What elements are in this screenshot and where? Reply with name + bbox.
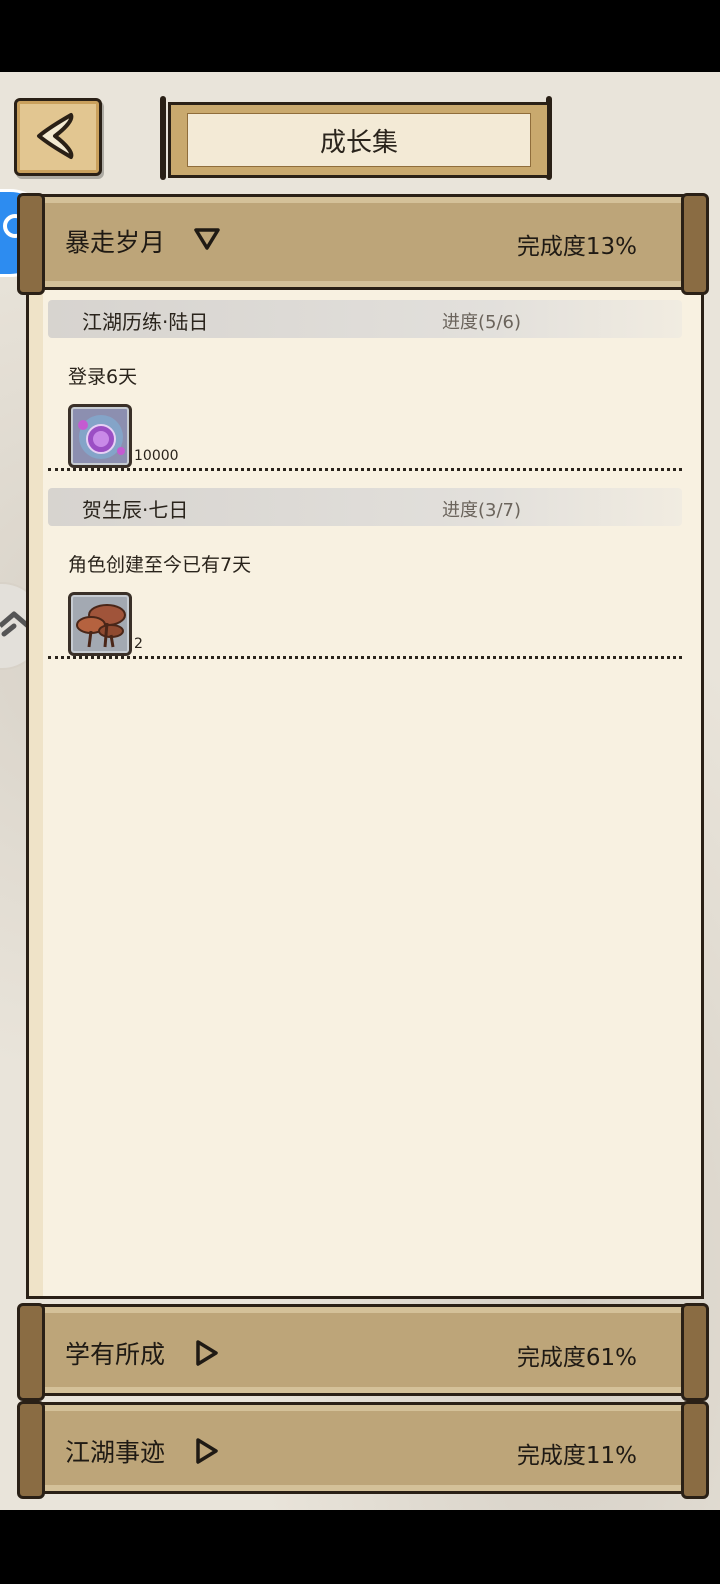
- scroll-roll-right: [681, 1401, 709, 1499]
- growth-collection-screen: 成长集 暴走岁月 完成度13% 江湖历练·陆日 进度(5/6) 登录6天 100…: [0, 72, 720, 1510]
- triangle-down-icon[interactable]: [193, 227, 221, 251]
- section-progress: 完成度11%: [516, 1443, 637, 1469]
- navigation-bar-area: [0, 1510, 720, 1584]
- dotted-divider: [48, 656, 682, 659]
- scroll-roll-left: [17, 1303, 45, 1401]
- reward-count: 2: [134, 636, 143, 652]
- section-header-collapsed[interactable]: 江湖事迹 完成度11%: [17, 1401, 709, 1499]
- task-description: 登录6天: [68, 366, 138, 388]
- section-progress: 完成度61%: [516, 1345, 637, 1371]
- task-description: 角色创建至今已有7天: [68, 554, 252, 576]
- task-progress: 进度(3/7): [442, 500, 522, 521]
- task-progress: 进度(5/6): [442, 312, 522, 333]
- dotted-divider: [48, 468, 682, 471]
- reward-item[interactable]: [68, 592, 132, 656]
- reward-item[interactable]: [68, 404, 132, 468]
- task-name: 贺生辰·七日: [82, 498, 189, 522]
- scroll-roll-left: [17, 1401, 45, 1499]
- triangle-right-icon[interactable]: [195, 1437, 219, 1465]
- triangle-right-icon[interactable]: [195, 1339, 219, 1367]
- task-item: 贺生辰·七日 进度(3/7) 角色创建至今已有7天 2: [48, 488, 682, 660]
- section-title: 学有所成: [65, 1340, 166, 1369]
- section-progress: 完成度13%: [516, 234, 637, 260]
- page-title: 成长集: [187, 113, 531, 167]
- section-title: 江湖事迹: [65, 1438, 166, 1467]
- purple-orb-icon: [78, 415, 125, 459]
- task-item: 江湖历练·陆日 进度(5/6) 登录6天 10000: [48, 300, 682, 472]
- section-panel-expanded: 暴走岁月 完成度13% 江湖历练·陆日 进度(5/6) 登录6天 10000 贺…: [17, 193, 709, 1299]
- scroll-roll-left: [17, 193, 45, 295]
- section-header[interactable]: 暴走岁月 完成度13%: [17, 193, 709, 295]
- task-name: 江湖历练·陆日: [82, 310, 209, 334]
- section-header-collapsed[interactable]: 学有所成 完成度61%: [17, 1303, 709, 1401]
- back-button[interactable]: [14, 98, 102, 176]
- section-title: 暴走岁月: [65, 228, 166, 257]
- lingzhi-mushroom-icon: [76, 604, 126, 648]
- scroll-roll-right: [681, 1303, 709, 1401]
- chevron-left-icon: [37, 113, 74, 159]
- reward-count: 10000: [134, 448, 179, 464]
- scroll-roll-right: [681, 193, 709, 295]
- title-scroll: 成长集: [160, 96, 552, 180]
